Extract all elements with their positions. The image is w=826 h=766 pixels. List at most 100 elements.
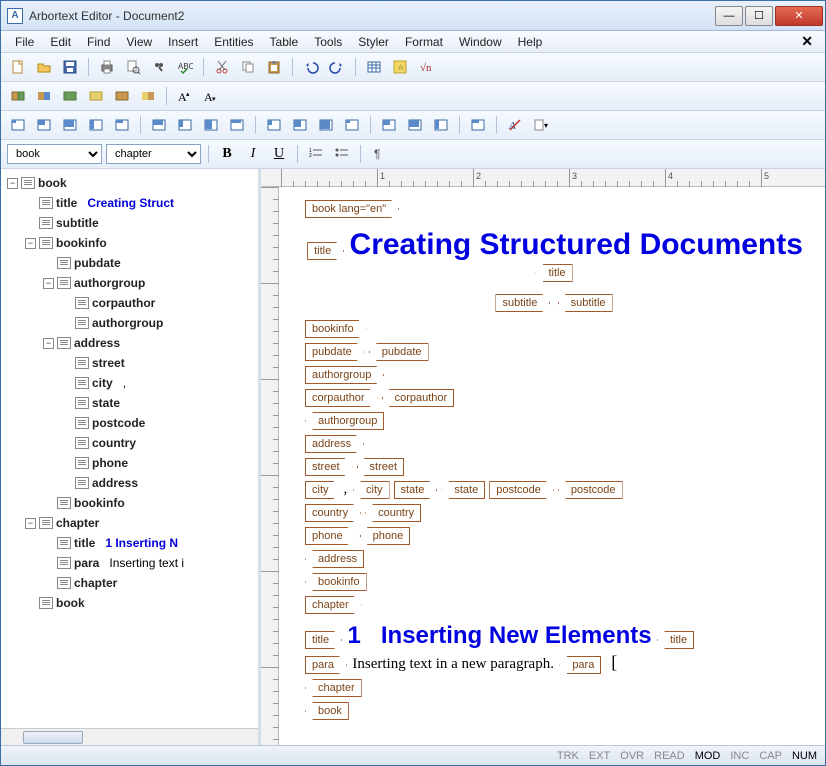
tree-node-corpauthor[interactable]: corpauthor (3, 293, 256, 313)
tree-toggle-icon[interactable]: − (25, 238, 36, 249)
table-layout-button-17[interactable] (467, 114, 489, 136)
table-layout-button-5[interactable] (111, 114, 133, 136)
tag-postcode-open[interactable]: postcode (489, 481, 554, 499)
tag-ch-title-open[interactable]: title (305, 631, 342, 649)
table-layout-button-1[interactable] (7, 114, 29, 136)
table-layout-button-2[interactable] (33, 114, 55, 136)
tag-corpauthor-close[interactable]: corpauthor (382, 389, 455, 407)
menu-insert[interactable]: Insert (160, 33, 206, 51)
open-button[interactable] (33, 56, 55, 78)
minimize-button[interactable]: — (715, 6, 743, 26)
underline-button[interactable]: U (268, 144, 290, 164)
format-dropdown-button[interactable]: ▾ (530, 114, 552, 136)
print-button[interactable] (96, 56, 118, 78)
tree-node-state[interactable]: state (3, 393, 256, 413)
tag-title-open[interactable]: title (307, 242, 344, 260)
tree-node-chapter[interactable]: −chapter (3, 513, 256, 533)
tag-postcode-close[interactable]: postcode (558, 481, 623, 499)
menu-help[interactable]: Help (510, 33, 551, 51)
close-button[interactable]: ✕ (775, 6, 823, 26)
tag-bookinfo-open[interactable]: bookinfo (305, 320, 367, 338)
spellcheck-button[interactable]: ABC (174, 56, 196, 78)
tree-node-subtitle[interactable]: subtitle (3, 213, 256, 233)
save-button[interactable] (59, 56, 81, 78)
tree-node-book[interactable]: book (3, 593, 256, 613)
tag-city-close[interactable]: city (353, 481, 390, 499)
tree-node-street[interactable]: street (3, 353, 256, 373)
table-layout-button-4[interactable] (85, 114, 107, 136)
document-content[interactable]: book lang="en" title Creating Structured… (283, 187, 825, 733)
tag-ch-title-close[interactable]: title (657, 631, 694, 649)
tag-button-2[interactable] (33, 85, 55, 107)
menu-view[interactable]: View (118, 33, 160, 51)
table-layout-button-16[interactable] (430, 114, 452, 136)
menu-file[interactable]: File (7, 33, 42, 51)
tag-authorgroup-open[interactable]: authorgroup (305, 366, 384, 384)
insert-table-button[interactable] (363, 56, 385, 78)
tag-button-6[interactable] (137, 85, 159, 107)
tag-city-open[interactable]: city (305, 481, 342, 499)
insert-equation-button[interactable]: √n (415, 56, 437, 78)
tag-country-close[interactable]: country (365, 504, 421, 522)
tag-subtitle-close[interactable]: subtitle (558, 294, 613, 312)
tree-node-bookinfo[interactable]: bookinfo (3, 493, 256, 513)
tree-node-address[interactable]: −address (3, 333, 256, 353)
menu-format[interactable]: Format (397, 33, 451, 51)
tree-node-country[interactable]: country (3, 433, 256, 453)
tag-street-close[interactable]: street (357, 458, 405, 476)
bullet-list-button[interactable] (331, 143, 353, 165)
table-layout-button-3[interactable] (59, 114, 81, 136)
menu-edit[interactable]: Edit (42, 33, 79, 51)
tag-chapter-open[interactable]: chapter (305, 596, 362, 614)
tag-subtitle-open[interactable]: subtitle (495, 294, 550, 312)
tree-node-pubdate[interactable]: pubdate (3, 253, 256, 273)
maximize-button[interactable]: ☐ (745, 6, 773, 26)
tag-street-open[interactable]: street (305, 458, 353, 476)
menu-table[interactable]: Table (262, 33, 307, 51)
tree-node-phone[interactable]: phone (3, 453, 256, 473)
tree-node-authorgroup[interactable]: authorgroup (3, 313, 256, 333)
tag-bookinfo-close[interactable]: bookinfo (305, 573, 367, 591)
document-title[interactable]: Creating Structured Documents (350, 228, 803, 261)
table-layout-button-11[interactable] (289, 114, 311, 136)
increase-font-button[interactable]: A▴ (174, 85, 196, 107)
tree-node-address[interactable]: address (3, 473, 256, 493)
bold-button[interactable]: B (216, 144, 238, 164)
tag-country-open[interactable]: country (305, 504, 361, 522)
tree-node-postcode[interactable]: postcode (3, 413, 256, 433)
tag-button-4[interactable] (85, 85, 107, 107)
table-layout-button-12[interactable] (315, 114, 337, 136)
tag-address-open[interactable]: address (305, 435, 364, 453)
menu-styler[interactable]: Styler (350, 33, 397, 51)
paste-button[interactable] (263, 56, 285, 78)
tree-toggle-icon[interactable]: − (43, 278, 54, 289)
tree-node-para[interactable]: paraInserting text i (3, 553, 256, 573)
inline-text[interactable]: , (344, 481, 352, 497)
undo-button[interactable] (300, 56, 322, 78)
tree-node-bookinfo[interactable]: −bookinfo (3, 233, 256, 253)
table-layout-button-6[interactable] (148, 114, 170, 136)
tree-node-authorgroup[interactable]: −authorgroup (3, 273, 256, 293)
context-select-2[interactable]: chapter (106, 144, 201, 164)
cut-button[interactable] (211, 56, 233, 78)
clear-format-button[interactable]: A (504, 114, 526, 136)
table-layout-button-13[interactable] (341, 114, 363, 136)
tag-button-3[interactable] (59, 85, 81, 107)
tag-title-close[interactable]: title (535, 264, 572, 282)
italic-button[interactable]: I (242, 144, 264, 164)
find-button[interactable] (148, 56, 170, 78)
document-close-icon[interactable]: ✕ (795, 33, 819, 50)
tag-address-close[interactable]: address (305, 550, 364, 568)
table-layout-button-10[interactable] (263, 114, 285, 136)
tree-node-chapter[interactable]: chapter (3, 573, 256, 593)
insert-symbol-button[interactable]: ☆ (389, 56, 411, 78)
table-layout-button-8[interactable] (200, 114, 222, 136)
tree-toggle-icon[interactable]: − (43, 338, 54, 349)
menu-find[interactable]: Find (79, 33, 118, 51)
tag-button-1[interactable] (7, 85, 29, 107)
redo-button[interactable] (326, 56, 348, 78)
tag-button-5[interactable] (111, 85, 133, 107)
tree-node-city[interactable]: city, (3, 373, 256, 393)
menu-tools[interactable]: Tools (306, 33, 350, 51)
tag-state-close[interactable]: state (441, 481, 485, 499)
